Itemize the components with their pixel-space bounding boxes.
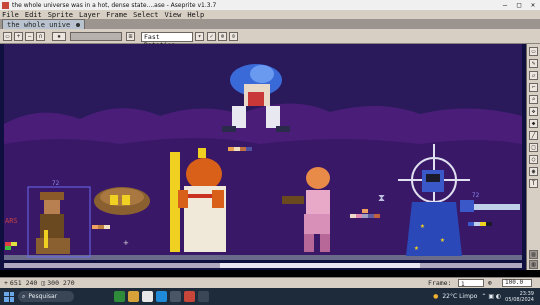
selection-subtract-icon[interactable]: − (25, 32, 34, 41)
selection-add-icon[interactable]: + (14, 32, 23, 41)
transparent-color-icon[interactable]: ▪ (52, 32, 66, 41)
taskbar-app-game-icon[interactable] (114, 291, 125, 302)
tray-icons[interactable]: ⌃ ▣ ◐ (481, 293, 501, 300)
frame-label: Frame: (428, 279, 452, 287)
zoom-icon-status: ⊕ (488, 279, 492, 287)
weather-icon: ● (433, 293, 439, 300)
cancel-transform-icon[interactable]: ⊗ (218, 32, 227, 41)
taskbar-search[interactable]: ⌕ Pesquisar (18, 291, 74, 302)
tab-bar: the whole unive (0, 19, 540, 29)
timeline-toggle-icon[interactable]: ▤ (529, 250, 538, 259)
svg-text:+: + (123, 239, 129, 247)
tab-document[interactable]: the whole unive (2, 19, 86, 29)
menu-file[interactable]: File (2, 11, 19, 19)
sprite-lion-king (170, 148, 226, 252)
horizontal-scrollbar[interactable] (4, 263, 522, 268)
aseprite-app-icon (2, 1, 9, 9)
pencil-icon[interactable]: ✎ (529, 59, 538, 68)
taskbar-app-edge-icon[interactable] (156, 291, 167, 302)
drop-pixels-icon[interactable]: ✓ (207, 32, 216, 41)
selection-size-icon: ◫ (41, 279, 46, 287)
eyedropper-icon[interactable]: ⌐ (529, 83, 538, 92)
blur-icon[interactable]: ◉ (529, 167, 538, 176)
svg-text:★: ★ (420, 221, 425, 230)
search-icon: ⌕ (22, 292, 26, 300)
clock[interactable]: 23:39 05/08/2024 (505, 291, 534, 303)
line-icon[interactable]: ╱ (529, 131, 538, 140)
dropdown-chevron-icon[interactable]: ▾ (195, 32, 204, 41)
move-icon[interactable]: ✥ (529, 107, 538, 116)
zoom-icon[interactable]: ⌕ (529, 95, 538, 104)
taskbar-app-chrome-icon[interactable] (142, 291, 153, 302)
scrollbar-thumb[interactable] (220, 263, 420, 268)
marquee-icon[interactable]: ▭ (529, 47, 538, 56)
sprite-canvas[interactable]: 72 ARS + ⧗ ★ ★ ★ 72 (0, 44, 526, 270)
windows-start-icon[interactable] (4, 291, 14, 302)
sprite-label-ars: ARS (5, 217, 18, 225)
selection-intersect-icon[interactable]: ∩ (36, 32, 45, 41)
maximize-button[interactable]: □ (512, 0, 526, 10)
color-bar-toggle-icon[interactable]: ▥ (529, 260, 538, 269)
system-tray: ● 22°C Limpo ⌃ ▣ ◐ 23:39 05/08/2024 (433, 291, 540, 303)
canvas-artwork: 72 ARS + ⧗ ★ ★ ★ 72 (4, 44, 522, 270)
search-placeholder: Pesquisar (28, 293, 58, 300)
tools-panel: ▭ ✎ ▱ ⌐ ⌕ ✥ ◆ ╱ □ ○ ◉ T ▤ ▥ (526, 44, 540, 270)
text-icon[interactable]: T (529, 179, 538, 188)
zoom-input[interactable]: 100.0 (502, 279, 532, 287)
rectangle-icon[interactable]: □ (529, 143, 538, 152)
sprite-brain-machine (94, 187, 150, 215)
selection-size: 300 270 (47, 279, 75, 287)
pivot-slider[interactable] (70, 32, 122, 41)
clock-date: 05/08/2024 (505, 296, 534, 303)
frame-value: 1 (461, 281, 465, 288)
menu-select[interactable]: Select (133, 11, 158, 19)
taskbar-app-explorer-icon[interactable] (170, 291, 181, 302)
window-title: the whole universe was in a hot, dense s… (12, 1, 217, 9)
svg-text:★: ★ (414, 243, 419, 252)
menu-frame[interactable]: Frame (106, 11, 127, 19)
cursor-position-icon: + (4, 279, 8, 287)
title-bar: the whole universe was in a hot, dense s… (0, 0, 540, 10)
menu-bar: File Edit Sprite Layer Frame Select View… (0, 10, 540, 19)
tab-modified-dot-icon (76, 23, 81, 27)
svg-text:⧗: ⧗ (378, 193, 385, 204)
selection-replace-icon[interactable]: ▭ (3, 32, 12, 41)
menu-help[interactable]: Help (187, 11, 204, 19)
options-icon[interactable]: ⊙ (229, 32, 238, 41)
status-bar: + 651 240 ◫ 300 270 Frame: 1 ⊕ 100.0 (0, 277, 540, 288)
sprite-label-72-left: 72 (52, 180, 60, 187)
taskbar-app-files-icon[interactable] (128, 291, 139, 302)
menu-layer[interactable]: Layer (79, 11, 100, 19)
cursor-position: 651 240 (9, 279, 38, 287)
context-toolbar: ▭ + − ∩ ▪ ⊞ Fast Rotation ▾ ✓ ⊗ ⊙ (0, 29, 540, 49)
paint-bucket-icon[interactable]: ◆ (529, 119, 538, 128)
ellipse-icon[interactable]: ○ (529, 155, 538, 164)
frame-input[interactable]: 1 (458, 279, 484, 288)
taskbar-app-aseprite-icon[interactable] (184, 291, 195, 302)
taskbar-app-other-icon[interactable] (198, 291, 209, 302)
weather-text: 22°C Limpo (442, 293, 478, 300)
rotation-algorithm-select[interactable]: Fast Rotation (141, 32, 193, 49)
minimize-button[interactable]: – (498, 0, 512, 10)
menu-view[interactable]: View (164, 11, 181, 19)
menu-edit[interactable]: Edit (25, 11, 42, 19)
svg-text:★: ★ (440, 235, 445, 244)
close-button[interactable]: ✕ (526, 0, 540, 10)
sprite-label-72-right: 72 (472, 192, 480, 199)
eraser-icon[interactable]: ▱ (529, 71, 538, 80)
os-taskbar: ⌕ Pesquisar ● 22°C Limpo ⌃ ▣ ◐ 23:39 05/… (0, 288, 540, 305)
tab-label: the whole unive (7, 21, 71, 29)
menu-sprite[interactable]: Sprite (48, 11, 73, 19)
pivot-icon[interactable]: ⊞ (126, 32, 135, 41)
